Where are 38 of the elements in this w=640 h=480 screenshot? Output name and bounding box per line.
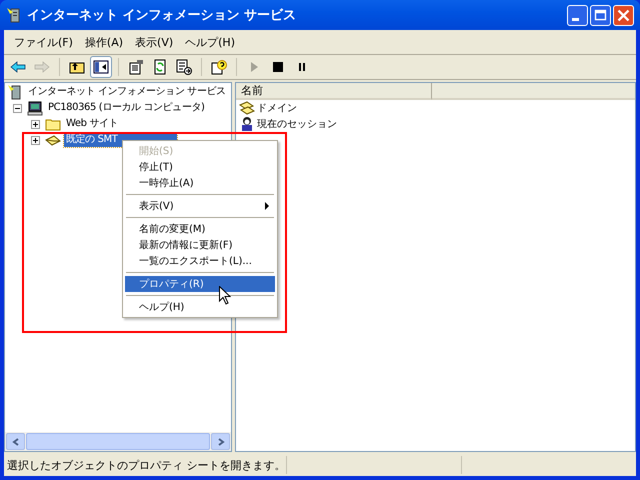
menu-item[interactable]: 一覧のエクスポート(L)... — [125, 253, 275, 269]
menu-item[interactable]: ファイル(F) — [8, 34, 79, 50]
expander-icon[interactable] — [31, 120, 40, 128]
column-header[interactable]: 名前 — [236, 83, 432, 100]
menu-item[interactable]: 停止(T) — [125, 159, 275, 175]
close-button[interactable] — [613, 4, 634, 26]
status-text: 選択したオブジェクトのプロパティ シートを開きます。 — [6, 458, 286, 472]
window-title: インターネット インフォメーション サービス — [27, 7, 298, 24]
menu-item[interactable]: プロパティ(R) — [125, 276, 275, 292]
scroll-bar[interactable] — [5, 432, 231, 451]
menu-item[interactable]: 表示(V) — [129, 34, 180, 50]
menu-item[interactable]: ヘルプ(H) — [179, 34, 241, 50]
list-item[interactable]: 現在のセッション — [257, 117, 337, 131]
minimize-icon — [572, 18, 578, 21]
tree-item[interactable]: PC180365 (ローカル コンピュータ) — [46, 101, 207, 115]
scroll-left-button[interactable] — [6, 433, 25, 450]
maximize-button[interactable] — [590, 4, 611, 26]
server-icon — [6, 7, 22, 23]
expander-icon[interactable] — [31, 136, 40, 144]
menu-item[interactable]: 表示(V) — [125, 198, 275, 214]
computer-icon — [27, 100, 43, 116]
list-item[interactable]: ドメイン — [257, 101, 297, 115]
menu-item[interactable]: 最新の情報に更新(F) — [125, 237, 275, 253]
tree-item[interactable]: Web サイト — [64, 117, 120, 131]
menu-item[interactable]: 一時停止(A) — [125, 175, 275, 191]
expander-icon[interactable] — [13, 104, 22, 112]
minimize-button[interactable] — [567, 4, 588, 26]
cursor-icon — [219, 286, 231, 305]
person-icon — [239, 116, 255, 132]
submenu-arrow-icon — [265, 202, 269, 210]
menu-item[interactable]: 名前の変更(M) — [125, 221, 275, 237]
envelopes-icon — [239, 100, 255, 116]
menu-item[interactable]: ヘルプ(H) — [125, 299, 275, 315]
menu-item[interactable]: 操作(A) — [78, 34, 130, 50]
tree-item[interactable]: インターネット インフォメーション サービス — [26, 85, 228, 99]
scroll-right-button[interactable] — [211, 433, 230, 450]
server-icon — [7, 84, 23, 100]
scroll-thumb[interactable] — [26, 433, 210, 450]
